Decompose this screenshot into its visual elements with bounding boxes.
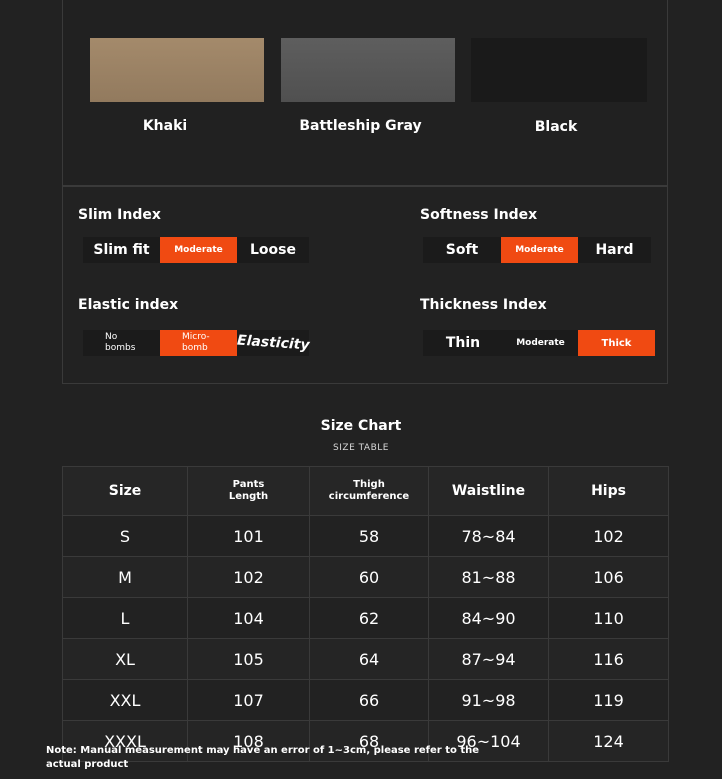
thigh-cell: 58 — [309, 515, 429, 557]
hips-cell: 119 — [548, 679, 669, 721]
size-chart-subtitle: SIZE TABLE — [333, 443, 389, 453]
no-bombs-line-1: No — [105, 332, 118, 342]
size-cell: XXL — [62, 679, 188, 721]
pants-length-header: Pants Length — [187, 466, 310, 516]
elastic-index-scale: No bombs Micro- bomb Elasticity — [83, 330, 310, 356]
waistline-cell: 87~94 — [428, 638, 549, 680]
pants-length-cell: 101 — [187, 515, 310, 557]
black-label: Black — [534, 119, 578, 135]
table-row: S 101 58 78~84 102 — [62, 515, 669, 557]
note-line-2: actual product — [46, 759, 129, 770]
no-bombs-line-2: bombs — [105, 343, 136, 353]
index-panel: Slim Index Slim fit Moderate Loose Softn… — [62, 186, 668, 384]
elasticity-option: Elasticity — [236, 330, 310, 356]
thigh-cell: 62 — [309, 597, 429, 639]
hips-cell: 106 — [548, 556, 669, 598]
slim-fit-option: Slim fit — [93, 242, 150, 258]
table-row: L 104 62 84~90 110 — [62, 597, 669, 639]
table-row: XL 105 64 87~94 116 — [62, 638, 669, 680]
hips-cell: 110 — [548, 597, 669, 639]
table-row: XXL 107 66 91~98 119 — [62, 679, 669, 721]
thigh-header-line-1: Thigh — [353, 479, 385, 490]
softness-index-title: Softness Index — [420, 207, 538, 223]
thigh-cell: 66 — [309, 679, 429, 721]
hips-cell: 116 — [548, 638, 669, 680]
elastic-index-title: Elastic index — [78, 297, 179, 313]
hips-cell: 102 — [548, 515, 669, 557]
size-chart-title: Size Chart — [320, 418, 402, 434]
micro-bomb-line-2: bomb — [182, 343, 208, 353]
measurement-note: Note: Manual measurement may have an err… — [46, 744, 486, 772]
slim-index-scale: Slim fit Moderate Loose — [83, 237, 309, 263]
thigh-cell: 64 — [309, 638, 429, 680]
thigh-header-line-2: circumference — [328, 491, 410, 502]
battleship-gray-swatch[interactable] — [281, 38, 455, 102]
product-detail-page: Khaki Battleship Gray Black Slim Index S… — [0, 0, 722, 779]
pants-length-cell: 105 — [187, 638, 310, 680]
size-table-header-row: Size Pants Length Thigh circumference Wa… — [62, 466, 669, 516]
thick-option: Thick — [578, 330, 655, 356]
waistline-cell: 84~90 — [428, 597, 549, 639]
khaki-label: Khaki — [142, 118, 188, 134]
waistline-cell: 78~84 — [428, 515, 549, 557]
thickness-index-title: Thickness Index — [420, 297, 547, 313]
hard-option: Hard — [595, 242, 634, 258]
pants-length-header-line-1: Pants — [232, 479, 265, 490]
pants-length-cell: 104 — [187, 597, 310, 639]
softness-moderate-option: Moderate — [501, 237, 578, 263]
micro-bomb-option: Micro- bomb — [160, 330, 237, 356]
khaki-swatch[interactable] — [90, 38, 264, 102]
battleship-gray-label: Battleship Gray — [299, 118, 422, 134]
hips-header: Hips — [548, 466, 669, 516]
soft-option: Soft — [445, 242, 479, 258]
size-header: Size — [62, 466, 188, 516]
size-cell: XL — [62, 638, 188, 680]
waistline-cell: 91~98 — [428, 679, 549, 721]
softness-index-scale: Soft Moderate Hard — [423, 237, 651, 263]
no-bombs-option: No bombs — [83, 330, 160, 356]
elasticity-label: Elasticity — [236, 332, 310, 354]
waistline-cell: 81~88 — [428, 556, 549, 598]
color-panel: Khaki Battleship Gray Black — [62, 0, 668, 186]
hips-cell: 124 — [548, 720, 669, 762]
thigh-cell: 60 — [309, 556, 429, 598]
slim-index-title: Slim Index — [78, 207, 161, 223]
thigh-circumference-header: Thigh circumference — [309, 466, 429, 516]
pants-length-cell: 102 — [187, 556, 310, 598]
slim-moderate-option: Moderate — [160, 237, 237, 263]
thickness-moderate-option: Moderate — [516, 338, 565, 348]
thickness-index-scale: Thin Moderate Thick — [423, 330, 655, 356]
black-swatch[interactable] — [471, 38, 647, 102]
size-table: Size Pants Length Thigh circumference Wa… — [62, 466, 669, 762]
thin-option: Thin — [445, 335, 481, 351]
table-row: M 102 60 81~88 106 — [62, 556, 669, 598]
loose-option: Loose — [250, 242, 296, 258]
micro-bomb-line-1: Micro- — [182, 332, 210, 342]
size-cell: S — [62, 515, 188, 557]
size-cell: L — [62, 597, 188, 639]
pants-length-cell: 107 — [187, 679, 310, 721]
size-cell: M — [62, 556, 188, 598]
waistline-header: Waistline — [428, 466, 549, 516]
note-line-1: Note: Manual measurement may have an err… — [46, 745, 480, 756]
pants-length-header-line-2: Length — [228, 491, 269, 502]
